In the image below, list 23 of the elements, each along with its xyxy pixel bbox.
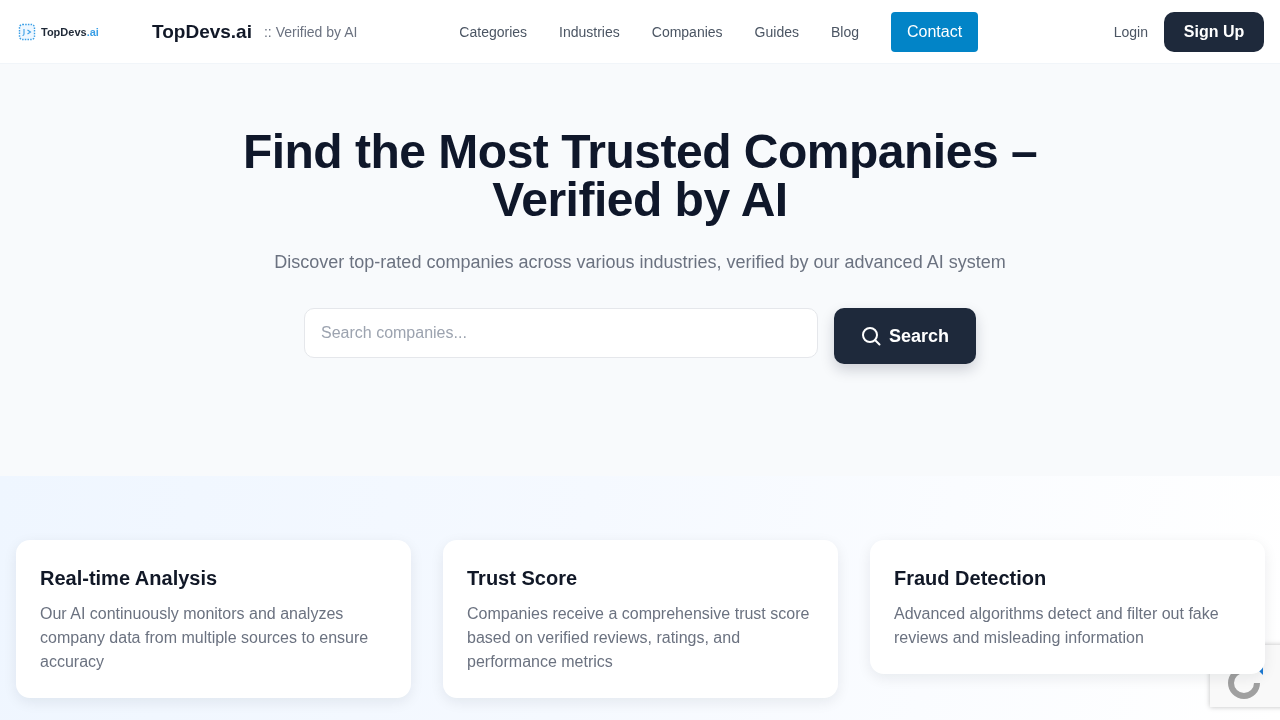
contact-button[interactable]: Contact (891, 11, 979, 52)
feature-description: Our AI continuously monitors and analyzes company data from multiple sources to ensure accuracy (40, 604, 370, 672)
feature-title: Trust Score (467, 566, 579, 591)
login-link[interactable]: Login (1113, 23, 1148, 40)
code-chip-icon (18, 22, 36, 41)
feature-description: Companies receive a comprehensive trust score based on verified reviews, ratings, and performance metrics (467, 604, 811, 672)
nav-link[interactable]: Blog (830, 23, 859, 40)
hero-title: Find the Most Trusted Companies – Verified by AI (241, 128, 1039, 224)
logo-text[interactable]: TopDevs.ai (41, 25, 99, 38)
feature-title: Real-time Analysis (40, 566, 219, 591)
feature-title: Fraud Detection (894, 566, 1048, 591)
search-icon (860, 326, 881, 346)
nav-link[interactable]: Guides (754, 23, 799, 40)
hero-subtitle: Discover top-rated companies across various industries, verified by our advanced AI system (274, 251, 1006, 274)
search-button[interactable]: Search (834, 308, 976, 364)
sign-up-button[interactable]: Sign Up (1164, 11, 1264, 52)
nav-link[interactable]: Industries (559, 23, 620, 40)
brand-name[interactable]: TopDevs.ai (152, 20, 252, 43)
nav-link[interactable]: Companies (651, 23, 723, 40)
search-field[interactable]: Search companies... (304, 308, 818, 358)
feature-description: Advanced algorithms detect and filter out fake reviews and misleading information (894, 604, 1220, 648)
nav-link[interactable]: Categories (459, 23, 528, 40)
tagline: :: Verified by AI (263, 23, 358, 40)
